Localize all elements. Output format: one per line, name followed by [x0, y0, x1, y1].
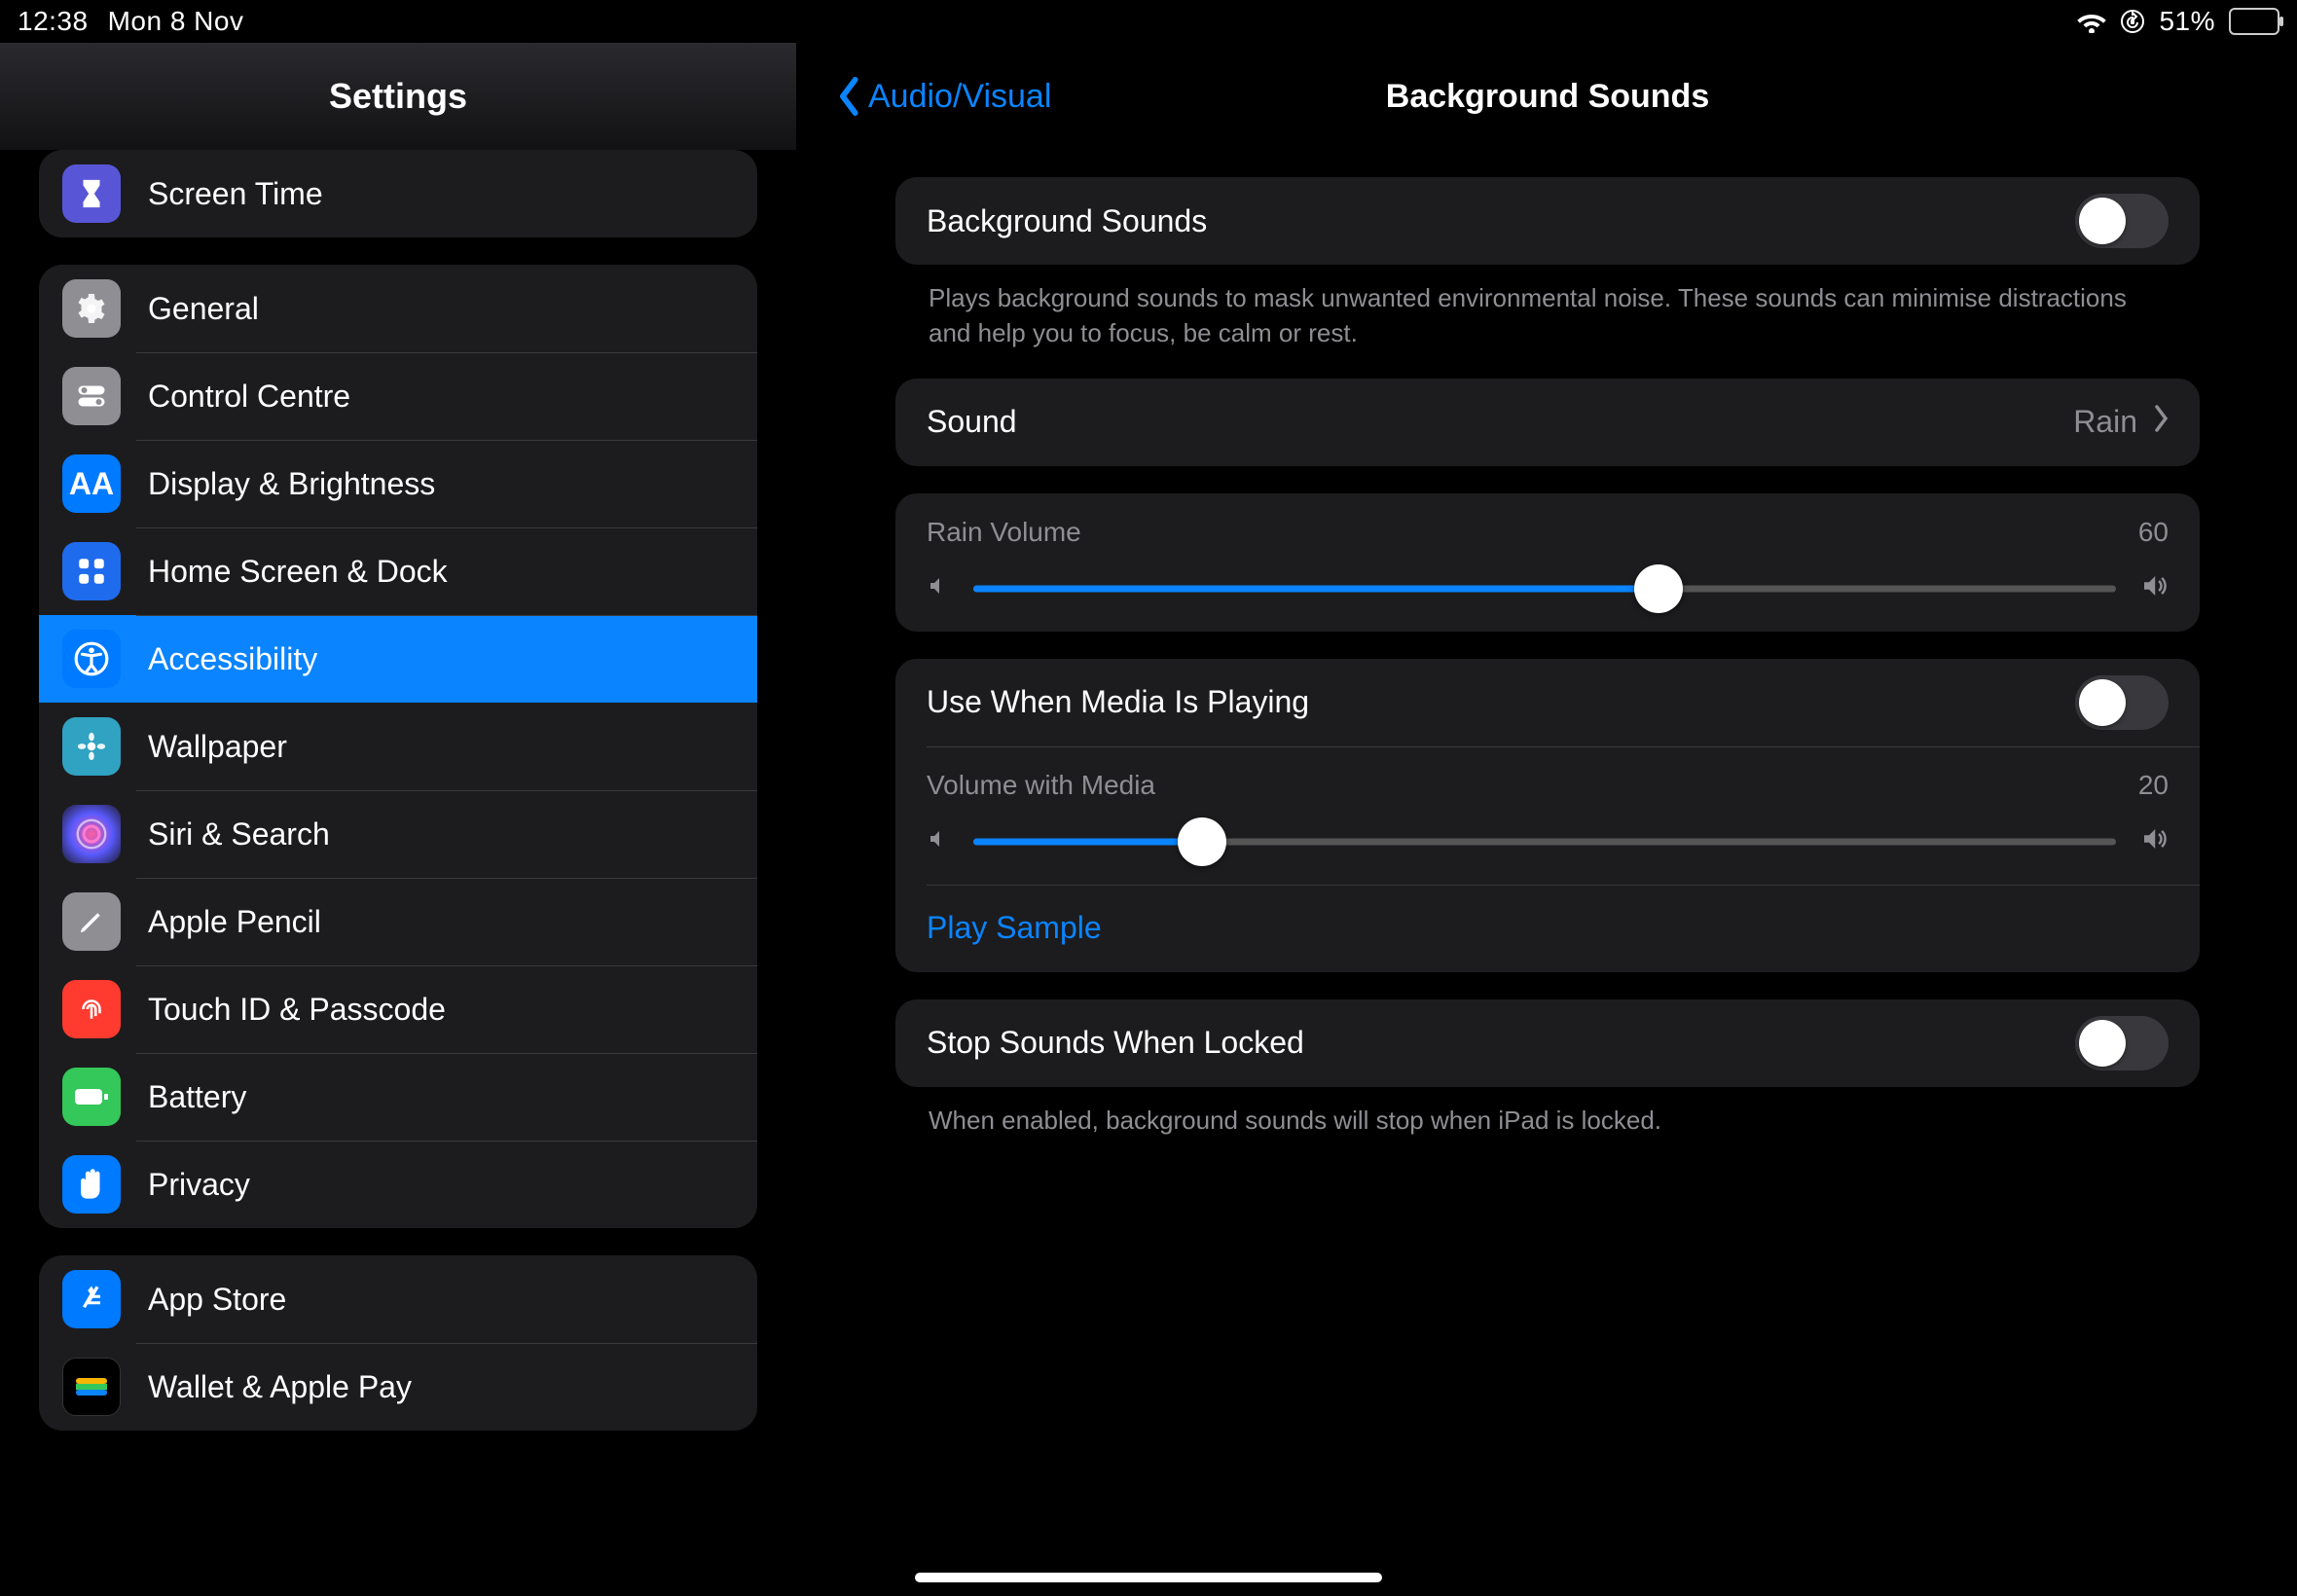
- switch[interactable]: [2075, 194, 2169, 248]
- status-time: 12:38: [18, 6, 89, 37]
- slider-label: Volume with Media: [927, 770, 1155, 801]
- gear-icon: [62, 279, 121, 338]
- switch[interactable]: [2075, 675, 2169, 730]
- cell-label: Stop Sounds When Locked: [927, 1025, 1304, 1061]
- slider-track[interactable]: [973, 569, 2116, 608]
- sidebar-item-label: General: [148, 291, 259, 327]
- slider-value: 60: [2138, 517, 2169, 548]
- sidebar-item-label: Battery: [148, 1079, 246, 1115]
- hand-icon: [62, 1155, 121, 1214]
- cell-label: Sound: [927, 404, 1017, 440]
- slider-volume-with-media: Volume with Media 20: [895, 746, 2200, 885]
- cell-use-when-media-is-playing: Use When Media Is Playing: [895, 659, 2200, 746]
- sidebar-title: Settings: [329, 76, 467, 117]
- switch[interactable]: [2075, 1016, 2169, 1070]
- grid-icon: [62, 542, 121, 600]
- sidebar-item-home-screen-dock[interactable]: Home Screen & Dock: [39, 527, 757, 615]
- accessibility-icon: [62, 630, 121, 688]
- link-label: Play Sample: [927, 910, 1102, 946]
- cell-label: Use When Media Is Playing: [927, 684, 1309, 720]
- sidebar-item-touch-id-passcode[interactable]: Touch ID & Passcode: [39, 965, 757, 1053]
- speaker-low-icon: [927, 574, 950, 602]
- toggles-icon: [62, 367, 121, 425]
- siri-icon: [62, 805, 121, 863]
- slider-rain-volume: Rain Volume 60: [895, 493, 2200, 632]
- cell-stop-sounds-when-locked: Stop Sounds When Locked: [895, 999, 2200, 1087]
- home-indicator[interactable]: [915, 1573, 1382, 1582]
- cell-background-sounds: Background Sounds: [895, 177, 2200, 265]
- sidebar-item-label: App Store: [148, 1282, 286, 1318]
- content-pane: Audio/Visual Background Sounds Backgroun…: [798, 43, 2297, 1596]
- sidebar-item-label: Accessibility: [148, 641, 317, 677]
- sidebar-item-label: Screen Time: [148, 176, 323, 212]
- cell-label: Background Sounds: [927, 203, 1207, 239]
- sidebar-item-label: Privacy: [148, 1167, 250, 1203]
- flower-icon: [62, 717, 121, 776]
- speaker-high-icon: [2139, 824, 2169, 858]
- chevron-right-icon: [2153, 404, 2169, 440]
- slider-track[interactable]: [973, 822, 2116, 861]
- sidebar-item-label: Wallpaper: [148, 729, 287, 765]
- sidebar-item-battery[interactable]: Battery: [39, 1053, 757, 1141]
- sidebar-header: Settings: [0, 43, 796, 150]
- battery-percent: 51%: [2159, 6, 2215, 37]
- sidebar-item-label: Apple Pencil: [148, 904, 321, 940]
- wallet-icon: [62, 1358, 121, 1416]
- section-footer: Plays background sounds to mask unwanted…: [895, 265, 2200, 351]
- sidebar-item-label: Touch ID & Passcode: [148, 992, 446, 1028]
- sidebar-item-label: Home Screen & Dock: [148, 554, 448, 590]
- sidebar-item-display-brightness[interactable]: AA Display & Brightness: [39, 440, 757, 527]
- cell-value: Rain: [2073, 404, 2137, 440]
- appstore-icon: [62, 1270, 121, 1328]
- sidebar-item-label: Display & Brightness: [148, 466, 435, 502]
- status-date: Mon 8 Nov: [108, 6, 244, 37]
- sidebar-item-label: Siri & Search: [148, 816, 330, 852]
- sidebar-item-privacy[interactable]: Privacy: [39, 1141, 757, 1228]
- hourglass-icon: [62, 164, 121, 223]
- slider-value: 20: [2138, 770, 2169, 801]
- sidebar-item-accessibility[interactable]: Accessibility: [39, 615, 757, 703]
- sidebar: Settings Screen Time General Control Centr…: [0, 43, 798, 1596]
- back-button[interactable]: Audio/Visual: [837, 77, 1051, 116]
- battery-icon: [2229, 8, 2279, 35]
- rotation-lock-icon: [2120, 9, 2145, 34]
- cell-sound[interactable]: Sound Rain: [895, 379, 2200, 466]
- sidebar-item-screen-time[interactable]: Screen Time: [39, 150, 757, 237]
- sidebar-item-siri-search[interactable]: Siri & Search: [39, 790, 757, 878]
- link-play-sample[interactable]: Play Sample: [895, 885, 2200, 972]
- wifi-icon: [2077, 10, 2106, 33]
- status-bar: 12:38 Mon 8 Nov 51%: [0, 0, 2297, 43]
- sidebar-item-wallpaper[interactable]: Wallpaper: [39, 703, 757, 790]
- sidebar-item-wallet-apple-pay[interactable]: Wallet & Apple Pay: [39, 1343, 757, 1431]
- nav-bar: Audio/Visual Background Sounds: [798, 43, 2297, 150]
- pencil-icon: [62, 892, 121, 951]
- sidebar-item-app-store[interactable]: App Store: [39, 1255, 757, 1343]
- fingerprint-icon: [62, 980, 121, 1038]
- battery-icon: [62, 1068, 121, 1126]
- section-footer: When enabled, background sounds will sto…: [895, 1087, 2200, 1138]
- slider-label: Rain Volume: [927, 517, 1081, 548]
- aa-icon: AA: [62, 454, 121, 513]
- sidebar-item-control-centre[interactable]: Control Centre: [39, 352, 757, 440]
- sidebar-item-apple-pencil[interactable]: Apple Pencil: [39, 878, 757, 965]
- back-label: Audio/Visual: [868, 78, 1051, 116]
- sidebar-item-general[interactable]: General: [39, 265, 757, 352]
- speaker-high-icon: [2139, 571, 2169, 605]
- sidebar-item-label: Wallet & Apple Pay: [148, 1369, 412, 1405]
- sidebar-item-label: Control Centre: [148, 379, 350, 415]
- speaker-low-icon: [927, 827, 950, 855]
